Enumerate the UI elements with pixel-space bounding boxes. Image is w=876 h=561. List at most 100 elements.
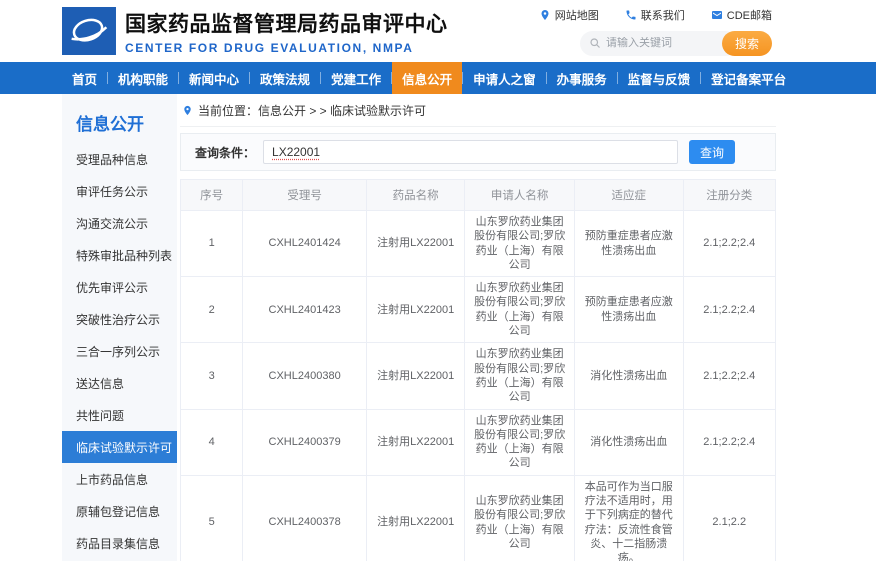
- main-content: 当前位置：信息公开 > > 临床试验默示许可 查询条件： LX22001 查询 …: [180, 94, 776, 561]
- search-button[interactable]: 搜索: [722, 31, 772, 56]
- column-header: 注册分类: [683, 180, 776, 211]
- cell-index: 4: [181, 409, 243, 475]
- cell-applicant: 山东罗欣药业集团股份有限公司;罗欣药业（上海）有限公司: [465, 409, 575, 475]
- envelope-icon: [711, 9, 723, 21]
- column-header: 适应症: [574, 180, 683, 211]
- cell-drug-name: 注射用LX22001: [366, 343, 464, 409]
- nav-item[interactable]: 信息公开: [392, 62, 462, 94]
- table-row: 1CXHL2401424注射用LX22001山东罗欣药业集团股份有限公司;罗欣药…: [181, 211, 776, 277]
- cell-registration-class: 2.1;2.2;2.4: [683, 409, 776, 475]
- column-header: 申请人名称: [465, 180, 575, 211]
- cell-registration-class: 2.1;2.2;2.4: [683, 277, 776, 343]
- header-row: 序号受理号药品名称申请人名称适应症注册分类: [181, 180, 776, 211]
- quick-link-label: 联系我们: [641, 7, 685, 23]
- cde-logo-icon: [62, 7, 116, 55]
- cell-drug-name: 注射用LX22001: [366, 475, 464, 561]
- column-header: 药品名称: [366, 180, 464, 211]
- column-header: 序号: [181, 180, 243, 211]
- table-row: 4CXHL2400379注射用LX22001山东罗欣药业集团股份有限公司;罗欣药…: [181, 409, 776, 475]
- sidebar-item[interactable]: 特殊审批品种列表: [62, 239, 177, 271]
- cell-indication: 本品可作为当口服疗法不适用时，用于下列病症的替代疗法：反流性食管炎、十二指肠溃疡…: [574, 475, 683, 561]
- query-label: 查询条件：: [195, 144, 255, 161]
- cell-indication: 预防重症患者应激性溃疡出血: [574, 277, 683, 343]
- quick-link-网站地图[interactable]: 网站地图: [539, 7, 599, 23]
- site-subtitle: CENTER FOR DRUG EVALUATION, NMPA: [125, 41, 448, 55]
- sidebar-title: 信息公开: [76, 110, 177, 135]
- search-icon: [589, 37, 601, 49]
- search-area: 搜索: [580, 31, 772, 56]
- cell-indication: 消化性溃疡出血: [574, 343, 683, 409]
- query-bar: 查询条件： LX22001 查询: [180, 133, 776, 171]
- quick-link-label: CDE邮箱: [727, 7, 772, 23]
- cell-registration-class: 2.1;2.2;2.4: [683, 211, 776, 277]
- query-input[interactable]: LX22001: [263, 140, 678, 164]
- sidebar-item[interactable]: 上市药品信息: [62, 463, 177, 495]
- table-row: 3CXHL2400380注射用LX22001山东罗欣药业集团股份有限公司;罗欣药…: [181, 343, 776, 409]
- sidebar-item[interactable]: 优先审评公示: [62, 271, 177, 303]
- column-header: 受理号: [243, 180, 367, 211]
- nav-item[interactable]: 办事服务: [547, 62, 617, 94]
- table-row: 5CXHL2400378注射用LX22001山东罗欣药业集团股份有限公司;罗欣药…: [181, 475, 776, 561]
- cell-acceptance-no: CXHL2401424: [243, 211, 367, 277]
- cell-registration-class: 2.1;2.2: [683, 475, 776, 561]
- quick-link-CDE邮箱[interactable]: CDE邮箱: [711, 7, 772, 23]
- sidebar-item[interactable]: 药品目录集信息: [62, 527, 177, 559]
- quick-links: 网站地图 联系我们 CDE邮箱: [539, 7, 772, 23]
- nav-item[interactable]: 登记备案平台: [701, 62, 796, 94]
- cell-applicant: 山东罗欣药业集团股份有限公司;罗欣药业（上海）有限公司: [465, 211, 575, 277]
- location-pin-icon: [182, 105, 193, 116]
- results-table: 序号受理号药品名称申请人名称适应症注册分类 1CXHL2401424注射用LX2…: [180, 179, 776, 561]
- quick-link-label: 网站地图: [555, 7, 599, 23]
- sidebar-item[interactable]: 临床试验默示许可: [62, 431, 177, 463]
- page-body: 信息公开 受理品种信息审评任务公示沟通交流公示特殊审批品种列表优先审评公示突破性…: [62, 94, 776, 561]
- cell-applicant: 山东罗欣药业集团股份有限公司;罗欣药业（上海）有限公司: [465, 277, 575, 343]
- site-title: 国家药品监督管理局药品审评中心: [125, 8, 448, 38]
- cell-index: 1: [181, 211, 243, 277]
- cell-indication: 消化性溃疡出血: [574, 409, 683, 475]
- header-right: 网站地图 联系我们 CDE邮箱 搜索: [539, 7, 772, 56]
- nav-item[interactable]: 机构职能: [108, 62, 178, 94]
- search-input[interactable]: [606, 37, 716, 49]
- sidebar-item[interactable]: 沟通交流公示: [62, 207, 177, 239]
- query-button[interactable]: 查询: [689, 140, 735, 164]
- site-header: 国家药品监督管理局药品审评中心 CENTER FOR DRUG EVALUATI…: [0, 0, 876, 62]
- query-value: LX22001: [272, 145, 320, 159]
- sidebar-item[interactable]: 审评任务公示: [62, 175, 177, 207]
- phone-icon: [625, 9, 637, 21]
- cell-applicant: 山东罗欣药业集团股份有限公司;罗欣药业（上海）有限公司: [465, 343, 575, 409]
- sidebar-item[interactable]: 受理品种信息: [62, 143, 177, 175]
- cell-acceptance-no: CXHL2401423: [243, 277, 367, 343]
- search-box[interactable]: [580, 31, 738, 56]
- sidebar-item[interactable]: 三合一序列公示: [62, 335, 177, 367]
- sidebar-items: 受理品种信息审评任务公示沟通交流公示特殊审批品种列表优先审评公示突破性治疗公示三…: [62, 143, 177, 561]
- table-body: 1CXHL2401424注射用LX22001山东罗欣药业集团股份有限公司;罗欣药…: [181, 211, 776, 561]
- cell-drug-name: 注射用LX22001: [366, 409, 464, 475]
- cell-index: 2: [181, 277, 243, 343]
- nav-item[interactable]: 首页: [62, 62, 107, 94]
- quick-link-联系我们[interactable]: 联系我们: [625, 7, 685, 23]
- nav-item[interactable]: 监督与反馈: [618, 62, 701, 94]
- sidebar-item[interactable]: 突破性治疗公示: [62, 303, 177, 335]
- sidebar-item[interactable]: 送达信息: [62, 367, 177, 399]
- nav-item[interactable]: 政策法规: [250, 62, 320, 94]
- nav-inner: 首页机构职能新闻中心政策法规党建工作信息公开申请人之窗办事服务监督与反馈登记备案…: [62, 62, 876, 94]
- nav-item[interactable]: 新闻中心: [179, 62, 249, 94]
- sidebar: 信息公开 受理品种信息审评任务公示沟通交流公示特殊审批品种列表优先审评公示突破性…: [62, 94, 177, 561]
- sidebar-item[interactable]: 共性问题: [62, 399, 177, 431]
- brand-text: 国家药品监督管理局药品审评中心 CENTER FOR DRUG EVALUATI…: [125, 8, 448, 55]
- cell-drug-name: 注射用LX22001: [366, 211, 464, 277]
- cell-acceptance-no: CXHL2400378: [243, 475, 367, 561]
- cell-registration-class: 2.1;2.2;2.4: [683, 343, 776, 409]
- breadcrumb: 当前位置：信息公开 > > 临床试验默示许可: [180, 100, 776, 127]
- main-nav: 首页机构职能新闻中心政策法规党建工作信息公开申请人之窗办事服务监督与反馈登记备案…: [0, 62, 876, 94]
- brand: 国家药品监督管理局药品审评中心 CENTER FOR DRUG EVALUATI…: [62, 7, 448, 55]
- cell-acceptance-no: CXHL2400380: [243, 343, 367, 409]
- nav-item[interactable]: 党建工作: [321, 62, 391, 94]
- cell-index: 3: [181, 343, 243, 409]
- sidebar-item[interactable]: 原辅包登记信息: [62, 495, 177, 527]
- breadcrumb-text: 当前位置：信息公开 > > 临床试验默示许可: [198, 102, 426, 119]
- cell-drug-name: 注射用LX22001: [366, 277, 464, 343]
- cell-applicant: 山东罗欣药业集团股份有限公司;罗欣药业（上海）有限公司: [465, 475, 575, 561]
- cell-indication: 预防重症患者应激性溃疡出血: [574, 211, 683, 277]
- nav-item[interactable]: 申请人之窗: [463, 62, 546, 94]
